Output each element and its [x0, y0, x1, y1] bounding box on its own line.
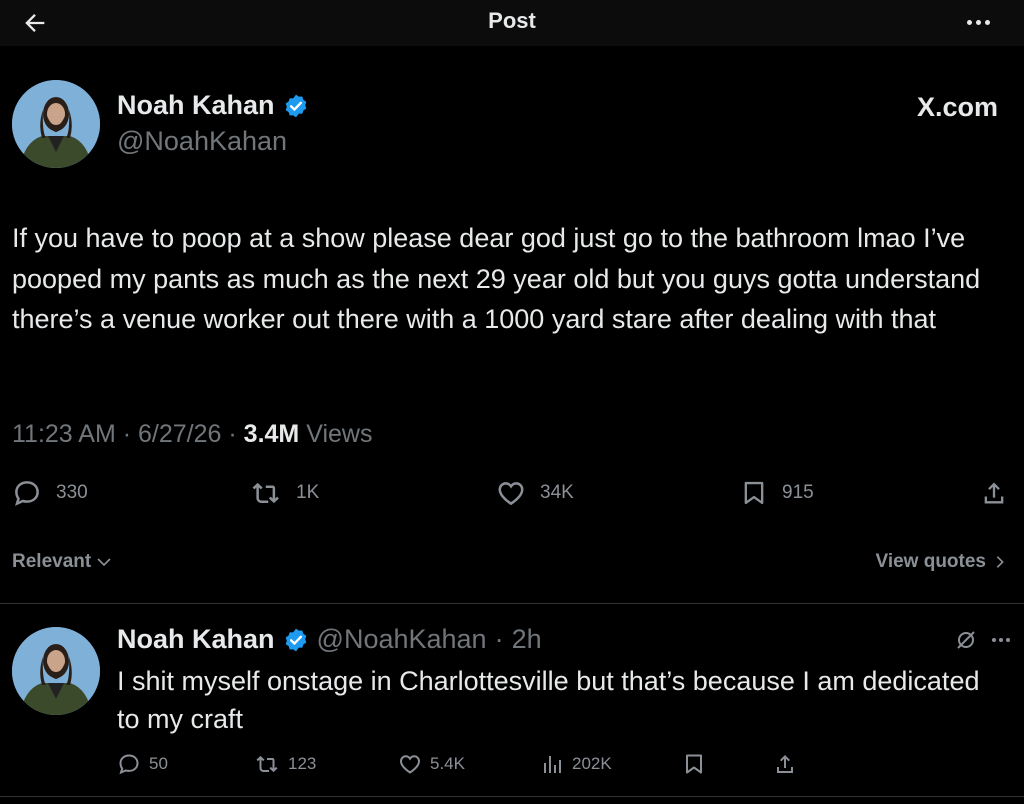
more-dot — [975, 19, 981, 25]
grok-icon[interactable] — [954, 628, 978, 652]
view-quotes-label: View quotes — [875, 551, 986, 572]
share-icon — [777, 755, 793, 773]
share-button[interactable] — [980, 478, 1008, 508]
page-title: Post — [488, 8, 536, 33]
reply-like-button[interactable]: 5.4K — [398, 752, 465, 776]
author-name[interactable]: Noah Kahan — [117, 90, 275, 121]
reply-repost-count: 123 — [288, 754, 317, 773]
reply-author-handle[interactable]: @NoahKahan — [317, 624, 487, 655]
author-handle[interactable]: @NoahKahan — [117, 126, 287, 157]
avatar-image — [12, 627, 100, 715]
reply-text: I shit myself onstage in Charlottesville… — [117, 666, 980, 734]
repost-count: 1K — [296, 482, 320, 503]
post-time[interactable]: 11:23 AM — [12, 420, 116, 448]
reply-bookmark-button[interactable] — [682, 752, 706, 776]
reply-more-button[interactable] — [992, 638, 1010, 642]
reply-count: 330 — [56, 482, 88, 503]
reply-author-row: Noah Kahan @NoahKahan · 2h — [117, 624, 542, 655]
repost-icon — [256, 755, 278, 773]
sort-dropdown[interactable]: Relevant — [12, 551, 113, 573]
more-dot — [999, 638, 1003, 642]
bar-chart-icon — [544, 756, 561, 773]
chevron-down-icon — [97, 558, 111, 567]
share-icon — [984, 482, 1004, 504]
bookmark-count: 915 — [782, 482, 814, 503]
reply-reply-button[interactable]: 50 — [117, 752, 168, 776]
reply-share-button[interactable] — [773, 752, 797, 776]
bookmark-button[interactable]: 915 — [740, 478, 814, 508]
reply-reply-count: 50 — [149, 754, 168, 773]
meta-separator: · — [228, 420, 237, 448]
more-dot — [992, 638, 996, 642]
xcom-watermark: X.com — [916, 92, 998, 122]
reply-button[interactable]: 330 — [12, 478, 88, 508]
view-quotes-link[interactable]: View quotes — [875, 551, 1008, 573]
bookmark-icon — [744, 481, 764, 505]
more-dot — [984, 19, 990, 25]
verified-badge-icon — [285, 628, 306, 651]
heart-icon — [498, 482, 524, 506]
heart-icon — [399, 755, 421, 774]
reply-author-avatar[interactable] — [12, 627, 100, 715]
post-meta: 11:23 AM · 6/27/26 · 3.4M Views — [12, 420, 372, 449]
reply-header-icons — [954, 628, 1010, 652]
sort-label: Relevant — [12, 551, 92, 572]
avatar-image — [12, 80, 100, 168]
reply-views-count: 202K — [572, 754, 612, 773]
reply-author-name[interactable]: Noah Kahan — [117, 624, 275, 655]
like-count: 34K — [540, 482, 574, 503]
top-bar: Post — [0, 0, 1024, 46]
more-options-button[interactable] — [958, 8, 998, 36]
reply-icon — [119, 754, 139, 775]
post-action-bar: 330 1K 34K 915 — [0, 476, 1024, 512]
post-text: If you have to poop at a show please dea… — [12, 223, 981, 334]
divider — [0, 603, 1024, 604]
reply-icon — [15, 481, 39, 506]
bookmark-icon — [686, 754, 702, 774]
reply-repost-button[interactable]: 123 — [256, 752, 316, 776]
post-date[interactable]: 6/27/26 — [138, 420, 221, 448]
author-avatar[interactable] — [12, 80, 100, 168]
repost-button[interactable]: 1K — [252, 478, 319, 508]
reply-action-bar: 50 123 5.4K 202K — [0, 750, 1024, 780]
views-label: Views — [306, 420, 373, 448]
views-count[interactable]: 3.4M — [244, 420, 300, 448]
author-name-row[interactable]: Noah Kahan — [117, 90, 309, 121]
chevron-right-icon — [996, 556, 1004, 568]
divider — [0, 796, 1024, 797]
reply-views-button[interactable]: 202K — [540, 752, 612, 776]
like-button[interactable]: 34K — [496, 478, 574, 508]
reply-like-count: 5.4K — [430, 754, 465, 773]
reply-time-separator: · — [494, 624, 504, 654]
repost-icon — [252, 482, 279, 504]
meta-separator: · — [122, 420, 132, 448]
reply-time[interactable]: 2h — [512, 624, 542, 655]
more-horizontal-icon — [966, 19, 972, 25]
more-dot — [1006, 638, 1010, 642]
verified-badge-icon — [285, 94, 306, 117]
